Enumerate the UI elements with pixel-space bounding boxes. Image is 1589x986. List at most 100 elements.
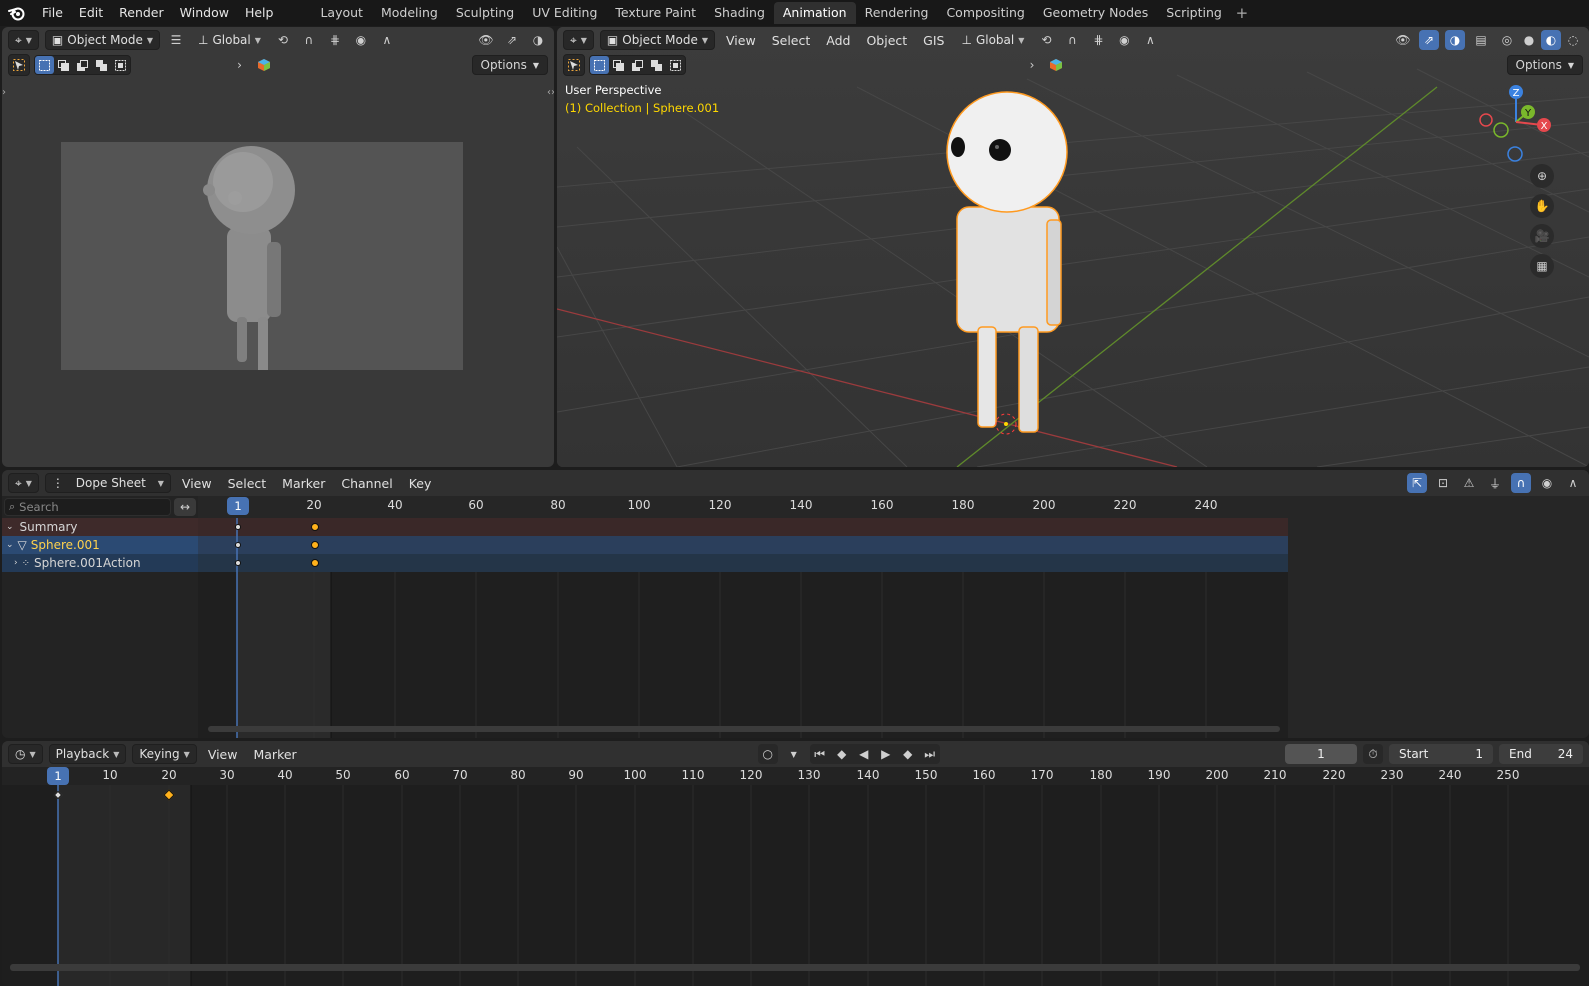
jump-start-icon[interactable]: ⏮ xyxy=(810,744,830,764)
gizmo-icon[interactable]: ⇗ xyxy=(1419,30,1439,50)
chevron-right-icon[interactable]: › xyxy=(1022,55,1042,75)
keyframe-summary-20[interactable] xyxy=(311,523,319,531)
menu-gis[interactable]: GIS xyxy=(918,33,949,48)
menu-view[interactable]: View xyxy=(177,476,217,491)
playback-dropdown[interactable]: Playback ▼ xyxy=(48,744,127,764)
orientation-dropdown[interactable]: ⊥ Global ▼ xyxy=(955,30,1030,50)
collapse-chevron-icon[interactable]: ⌄ xyxy=(6,540,14,550)
menu-channel[interactable]: Channel xyxy=(336,476,397,491)
region-toggle-icon[interactable]: ‹› xyxy=(547,87,554,98)
expand-chevron-icon[interactable]: › xyxy=(14,558,18,568)
collapse-chevron-icon[interactable]: ⌄ xyxy=(6,522,14,532)
chevron-down-icon[interactable]: ▼ xyxy=(784,744,804,764)
camera-view-icon[interactable]: 🎥 xyxy=(1530,224,1554,248)
timeline-region[interactable]: 10 20 30 40 50 60 70 80 90 100 110 120 1… xyxy=(2,767,1589,986)
next-keyframe-icon[interactable]: ◆ xyxy=(898,744,918,764)
dope-sheet-mode-dropdown[interactable]: ⋮ Dope Sheet ▼ xyxy=(44,473,171,493)
tab-layout[interactable]: Layout xyxy=(311,2,372,24)
current-frame-indicator[interactable]: 1 xyxy=(227,497,249,515)
object-data-icon[interactable] xyxy=(1046,55,1066,75)
wireframe-shading-icon[interactable]: ◎ xyxy=(1497,30,1517,50)
visibility-icon[interactable]: 👁 xyxy=(476,30,496,50)
overlay-icon[interactable]: ◑ xyxy=(528,30,548,50)
select-invert-icon[interactable] xyxy=(647,56,666,74)
tab-compositing[interactable]: Compositing xyxy=(937,2,1033,24)
menu-help[interactable]: Help xyxy=(237,0,282,26)
object-data-icon[interactable] xyxy=(254,55,274,75)
xray-icon[interactable]: ▤ xyxy=(1471,30,1491,50)
chevron-right-icon[interactable]: › xyxy=(230,55,250,75)
editor-type-dropdown[interactable]: ⌖ ▼ xyxy=(8,30,39,50)
navigation-gizmo[interactable]: Z Y X xyxy=(1472,82,1552,162)
snap-target-icon[interactable]: ⋕ xyxy=(325,30,345,50)
orientation-dropdown[interactable]: ⊥ Global ▼ xyxy=(192,30,267,50)
hamburger-menu-icon[interactable]: ☰ xyxy=(166,30,186,50)
menu-view[interactable]: View xyxy=(721,33,761,48)
editor-type-dropdown[interactable]: ⌖ ▼ xyxy=(563,30,594,50)
end-frame-field[interactable]: End 24 xyxy=(1499,744,1583,764)
channel-object[interactable]: ⌄ ▽ Sphere.001 xyxy=(2,536,198,554)
preview-range-icon[interactable]: ⏱ xyxy=(1363,744,1383,764)
falloff-icon[interactable]: ∧ xyxy=(1140,30,1160,50)
keyframe-action-20[interactable] xyxy=(311,559,319,567)
select-subtract-icon[interactable] xyxy=(628,56,647,74)
keying-dropdown[interactable]: Keying ▼ xyxy=(132,744,197,764)
filter-icon[interactable]: ⏚ xyxy=(1485,473,1505,493)
select-intersect-icon[interactable] xyxy=(111,56,130,74)
keyframe-object-1[interactable] xyxy=(235,542,241,548)
proportional-edit-icon[interactable]: ◉ xyxy=(351,30,371,50)
auto-keying-icon[interactable]: ○ xyxy=(757,744,778,764)
menu-key[interactable]: Key xyxy=(404,476,437,491)
options-dropdown[interactable]: Options ▼ xyxy=(471,55,548,75)
gizmo-icon[interactable]: ⇗ xyxy=(502,30,522,50)
dope-sheet-editor[interactable]: ⌖ ▼ ⋮ Dope Sheet ▼ View Select Marker Chann… xyxy=(2,470,1589,738)
menu-select[interactable]: Select xyxy=(223,476,272,491)
swap-filter-icon[interactable]: ↔ xyxy=(174,498,196,516)
tab-animation[interactable]: Animation xyxy=(773,2,856,24)
jump-end-icon[interactable]: ⏭ xyxy=(920,744,940,764)
toolbar-toggle-icon[interactable]: › xyxy=(2,87,6,98)
errors-only-icon[interactable]: ⚠ xyxy=(1459,473,1479,493)
character-model[interactable] xyxy=(937,87,1077,467)
falloff-icon[interactable]: ∧ xyxy=(377,30,397,50)
menu-window[interactable]: Window xyxy=(172,0,237,26)
tab-rendering[interactable]: Rendering xyxy=(856,2,938,24)
snap-icon[interactable]: ∩ xyxy=(299,30,319,50)
pan-hand-icon[interactable]: ✋ xyxy=(1530,194,1554,218)
rendered-shading-icon[interactable]: ◌ xyxy=(1563,30,1583,50)
proportional-edit-icon[interactable]: ◉ xyxy=(1114,30,1134,50)
tab-geometry-nodes[interactable]: Geometry Nodes xyxy=(1034,2,1157,24)
material-shading-icon[interactable]: ◐ xyxy=(1541,30,1561,50)
editor-type-dropdown[interactable]: ◷ ▼ xyxy=(8,744,43,764)
show-hidden-icon[interactable]: ⊡ xyxy=(1433,473,1453,493)
add-workspace-button[interactable]: + xyxy=(1231,4,1253,22)
select-intersect-icon[interactable] xyxy=(666,56,685,74)
select-new-icon[interactable] xyxy=(590,56,609,74)
keyframe-region[interactable]: 20 40 60 80 100 120 140 160 180 200 220 … xyxy=(198,496,1589,738)
camera-viewport[interactable]: ⌖ ▼ ▣ Object Mode ▼ ☰ ⊥ Global ▼ ⟲ ∩ ⋕ ◉ ∧ 👁 … xyxy=(2,27,554,467)
menu-add[interactable]: Add xyxy=(821,33,855,48)
overlay-icon[interactable]: ◑ xyxy=(1445,30,1465,50)
menu-select[interactable]: Select xyxy=(767,33,816,48)
proportional-edit-icon[interactable]: ◉ xyxy=(1537,473,1557,493)
solid-shading-icon[interactable]: ● xyxy=(1519,30,1539,50)
select-tool-icon[interactable] xyxy=(563,54,585,76)
channel-action[interactable]: › ⁘ Sphere.001Action xyxy=(2,554,198,572)
ortho-grid-icon[interactable]: ▦ xyxy=(1530,254,1554,278)
mode-dropdown[interactable]: ▣ Object Mode ▼ xyxy=(44,30,161,50)
snapping-icon[interactable]: ∩ xyxy=(1511,473,1531,493)
select-new-icon[interactable] xyxy=(35,56,54,74)
current-frame-field[interactable]: 1 xyxy=(1285,744,1357,764)
tab-shading[interactable]: Shading xyxy=(705,2,774,24)
snap-icon[interactable]: ∩ xyxy=(1062,30,1082,50)
select-subtract-icon[interactable] xyxy=(73,56,92,74)
menu-view[interactable]: View xyxy=(203,747,243,762)
zoom-icon[interactable]: ⊕ xyxy=(1530,164,1554,188)
select-extend-icon[interactable] xyxy=(54,56,73,74)
prev-keyframe-icon[interactable]: ◆ xyxy=(832,744,852,764)
timeline-editor[interactable]: ◷ ▼ Playback ▼ Keying ▼ View Marker ○ ▼ ⏮ ◆… xyxy=(2,741,1589,986)
blender-logo-icon[interactable] xyxy=(0,0,34,26)
play-reverse-icon[interactable]: ◀ xyxy=(854,744,874,764)
editor-type-dropdown[interactable]: ⌖ ▼ xyxy=(8,473,39,493)
select-tool-icon[interactable] xyxy=(8,54,30,76)
